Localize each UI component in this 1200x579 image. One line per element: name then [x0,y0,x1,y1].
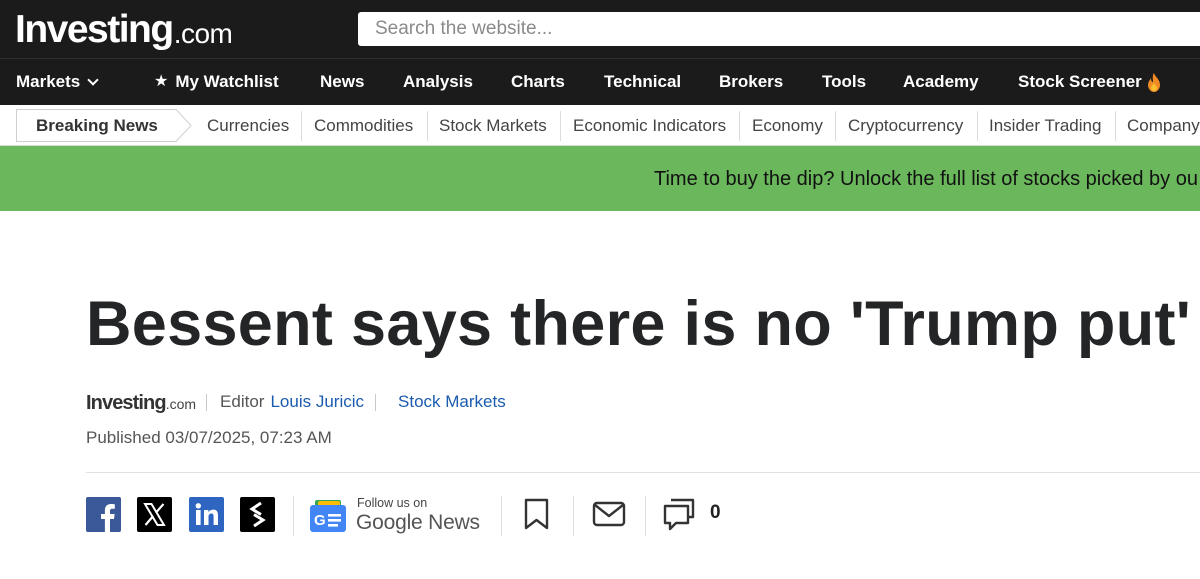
facebook-icon [86,497,121,532]
subnav-item-economy[interactable]: Economy [752,105,823,146]
logo-suffix-text: .com [173,18,233,49]
subnav-item-company[interactable]: Company [1127,105,1200,146]
category-link[interactable]: Stock Markets [398,392,506,412]
x-icon [137,497,172,532]
nav-item-my-watchlist[interactable]: ★ My Watchlist [154,59,279,105]
flame-icon [1147,72,1160,92]
comments-button[interactable] [662,497,696,536]
subnav-item-stock-markets[interactable]: Stock Markets [439,105,547,146]
nav-label: Brokers [719,72,784,91]
author-link[interactable]: Louis Juricic [270,392,364,412]
nav-label: My Watchlist [175,72,279,91]
divider [86,472,1200,473]
search-input[interactable] [358,12,1200,46]
nav-item-charts[interactable]: Charts [511,59,565,105]
mail-icon [592,501,626,527]
site-logo[interactable]: Investing .com [15,6,233,51]
divider [375,393,377,411]
bookmark-icon [524,498,549,530]
linkedin-share-button[interactable] [189,497,224,532]
search-box[interactable] [358,12,1200,46]
bookmark-button[interactable] [523,498,550,536]
nav-label: Analysis [403,72,473,91]
facebook-share-button[interactable] [86,497,121,532]
comment-count[interactable]: 0 [710,502,721,524]
nav-item-analysis[interactable]: Analysis [403,59,473,105]
article-headline: Bessent says there is no 'Trump put' [86,289,1192,359]
google-news-label: Google News [356,511,480,534]
divider [206,393,208,411]
divider [739,111,740,141]
nav-label: News [320,72,365,91]
nav-item-academy[interactable]: Academy [903,59,979,105]
article-meta: Investing .com Editor Louis Juricic Stock… [86,390,506,414]
linkedin-icon [189,497,224,532]
subnav-item-cryptocurrency[interactable]: Cryptocurrency [848,105,963,146]
subnav-item-currencies[interactable]: Currencies [207,105,289,146]
published-date: Published 03/07/2025, 07:23 AM [86,428,332,447]
x-share-button[interactable] [137,497,172,532]
comment-icon [663,498,695,531]
source-logo-main: Investing [86,392,167,414]
google-news-icon: G [310,500,346,532]
logo-main-text: Investing [15,8,174,51]
nav-label: Tools [822,72,867,91]
promo-banner-text: Time to buy the dip? Unlock the full lis… [654,168,1198,190]
divider [293,496,294,536]
nav-item-tools[interactable]: Tools [822,59,866,105]
nav-label: Charts [511,72,565,91]
nav-label: Technical [604,72,682,91]
top-header: Investing .com [0,0,1200,58]
stocktwits-icon [240,497,275,532]
nav-item-stock-screener[interactable]: Stock Screener [1018,59,1161,105]
nav-item-technical[interactable]: Technical [604,59,681,105]
promo-banner[interactable]: Time to buy the dip? Unlock the full lis… [0,146,1200,211]
source-logo-suffix: .com [165,396,197,412]
stocktwits-share-button[interactable] [240,497,275,532]
nav-label: Stock Screener [1018,72,1142,91]
divider [501,496,502,536]
nav-item-brokers[interactable]: Brokers [719,59,783,105]
tab-label: Breaking News [36,116,158,135]
sub-nav: Breaking News Currencies Commodities Sto… [0,105,1200,146]
divider [1115,111,1116,141]
editor-label: Editor [220,392,265,411]
email-share-button[interactable] [592,501,626,532]
nav-label: Markets [16,72,81,91]
divider [560,111,561,141]
source-logo: Investing .com [86,391,196,413]
star-icon: ★ [154,73,169,90]
nav-item-markets[interactable]: Markets [16,59,99,105]
follow-us-label: Follow us on [357,496,428,510]
svg-text:G: G [314,512,326,529]
nav-label: Academy [903,72,979,91]
subnav-item-insider-trading[interactable]: Insider Trading [989,105,1101,146]
tab-breaking-news[interactable]: Breaking News [16,109,192,142]
subnav-item-economic-indicators[interactable]: Economic Indicators [573,105,726,146]
divider [645,496,646,536]
divider [427,111,428,141]
divider [573,496,574,536]
chevron-down-icon [87,73,99,86]
nav-item-news[interactable]: News [320,59,364,105]
subnav-item-commodities[interactable]: Commodities [314,105,413,146]
main-nav: Markets ★ My Watchlist News Analysis Cha… [0,58,1200,105]
divider [301,111,302,141]
divider [835,111,836,141]
divider [977,111,978,141]
